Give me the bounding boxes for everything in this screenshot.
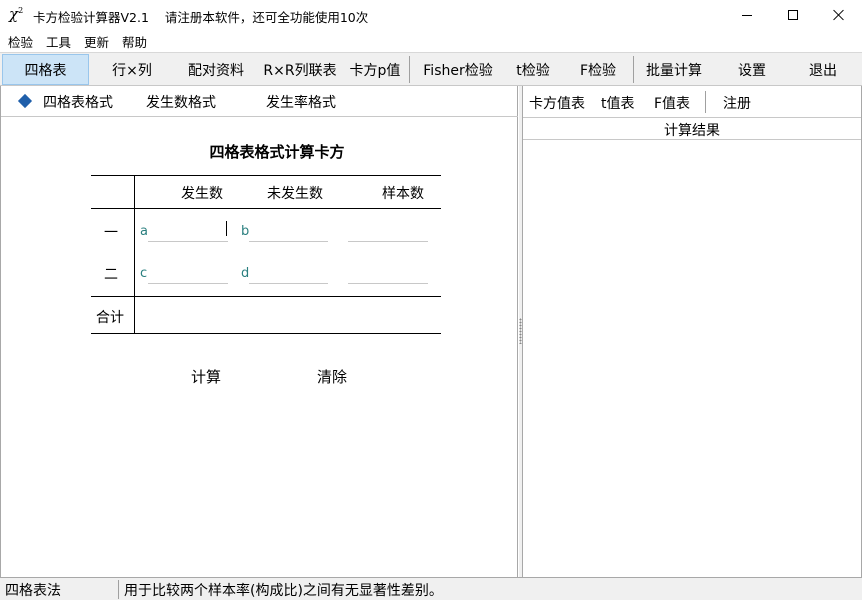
menu-tools[interactable]: 工具 xyxy=(46,32,71,51)
table-rule-header xyxy=(91,208,441,209)
toolbar-separator xyxy=(633,56,634,83)
menu-test[interactable]: 检验 xyxy=(8,32,33,51)
cell-label-a: a xyxy=(140,224,148,239)
toolbar-exit-button[interactable]: 退出 xyxy=(792,54,854,85)
toolbar: 四格表 行×列 配对资料 R×R列联表 卡方p值 Fisher检验 t检验 F检… xyxy=(0,52,862,86)
toolbar-t-test-button[interactable]: t检验 xyxy=(506,54,560,85)
close-icon xyxy=(833,9,845,21)
toolbar-row-by-column-button[interactable]: 行×列 xyxy=(96,54,168,85)
tab-f-table[interactable]: F值表 xyxy=(654,93,690,113)
text-caret xyxy=(226,221,227,236)
column-header-occurred: 发生数 xyxy=(181,186,223,202)
menu-bar: 检验 工具 更新 帮助 xyxy=(0,30,862,52)
row2-sample-size-input[interactable] xyxy=(348,264,428,284)
tab-separator xyxy=(705,91,706,113)
table-rule-vertical xyxy=(134,175,135,333)
minimize-icon xyxy=(742,14,752,16)
toolbar-fourfold-table-button[interactable]: 四格表 xyxy=(2,54,89,85)
chi-square-app-icon: χ2 xyxy=(9,5,24,23)
row-label-2: 二 xyxy=(104,267,118,283)
column-header-not-occurred: 未发生数 xyxy=(267,186,323,202)
minimize-button[interactable] xyxy=(724,0,770,30)
result-header: 计算结果 xyxy=(523,119,861,140)
toolbar-rxr-contingency-button[interactable]: R×R列联表 xyxy=(258,54,342,85)
table-tabs: 卡方值表 t值表 F值表 注册 xyxy=(523,86,861,118)
maximize-icon xyxy=(788,10,798,20)
toolbar-fisher-test-button[interactable]: Fisher检验 xyxy=(414,54,502,85)
tab-fourfold-format[interactable]: 四格表格式 xyxy=(43,92,113,112)
status-separator xyxy=(118,580,119,599)
clear-button[interactable]: 清除 xyxy=(317,366,347,387)
tab-register[interactable]: 注册 xyxy=(723,93,751,113)
table-rule-top xyxy=(91,175,441,176)
tab-chi-square-table[interactable]: 卡方值表 xyxy=(529,93,585,113)
title-bar: χ2 卡方检验计算器V2.1 请注册本软件，还可全功能使用10次 xyxy=(0,0,862,30)
menu-update[interactable]: 更新 xyxy=(84,32,109,51)
status-mode: 四格表法 xyxy=(5,583,61,599)
toolbar-chi-p-value-button[interactable]: 卡方p值 xyxy=(344,54,406,85)
row-label-total: 合计 xyxy=(96,310,124,326)
form-title: 四格表格式计算卡方 xyxy=(209,143,345,161)
compute-button[interactable]: 计算 xyxy=(191,366,221,387)
tab-occurrence-count-format[interactable]: 发生数格式 xyxy=(146,92,216,112)
close-button[interactable] xyxy=(816,0,862,30)
status-bar: 四格表法 用于比较两个样本率(构成比)之间有无显著性差别。 xyxy=(0,577,862,600)
toolbar-batch-calc-button[interactable]: 批量计算 xyxy=(638,54,710,85)
table-rule-total xyxy=(91,296,441,297)
row1-sample-size-input[interactable] xyxy=(348,222,428,242)
result-panel: 卡方值表 t值表 F值表 注册 计算结果 xyxy=(522,86,862,577)
toolbar-settings-button[interactable]: 设置 xyxy=(720,54,784,85)
tab-occurrence-rate-format[interactable]: 发生率格式 xyxy=(266,92,336,112)
toolbar-f-test-button[interactable]: F检验 xyxy=(568,54,628,85)
maximize-button[interactable] xyxy=(770,0,816,30)
table-rule-bottom xyxy=(91,333,441,334)
menu-help[interactable]: 帮助 xyxy=(122,32,147,51)
format-tabs: 四格表格式 发生数格式 发生率格式 xyxy=(1,86,518,117)
status-description: 用于比较两个样本率(构成比)之间有无显著性差别。 xyxy=(124,583,443,599)
row-label-1: 一 xyxy=(104,225,118,241)
cell-label-c: c xyxy=(140,266,148,281)
cell-b-input[interactable] xyxy=(249,222,328,242)
cell-d-input[interactable] xyxy=(249,264,328,284)
toolbar-paired-data-button[interactable]: 配对资料 xyxy=(176,54,256,85)
result-output-area[interactable] xyxy=(523,141,861,577)
window-title: 卡方检验计算器V2.1 请注册本软件，还可全功能使用10次 xyxy=(33,10,369,25)
cell-a-input[interactable] xyxy=(148,222,228,242)
cell-c-input[interactable] xyxy=(148,264,228,284)
tab-t-table[interactable]: t值表 xyxy=(601,93,635,113)
toolbar-separator xyxy=(409,56,410,83)
column-header-sample-size: 样本数 xyxy=(382,186,424,202)
selected-diamond-icon xyxy=(17,93,33,109)
input-panel: 四格表格式 发生数格式 发生率格式 四格表格式计算卡方 发生数 未发生数 样本数… xyxy=(0,86,518,577)
